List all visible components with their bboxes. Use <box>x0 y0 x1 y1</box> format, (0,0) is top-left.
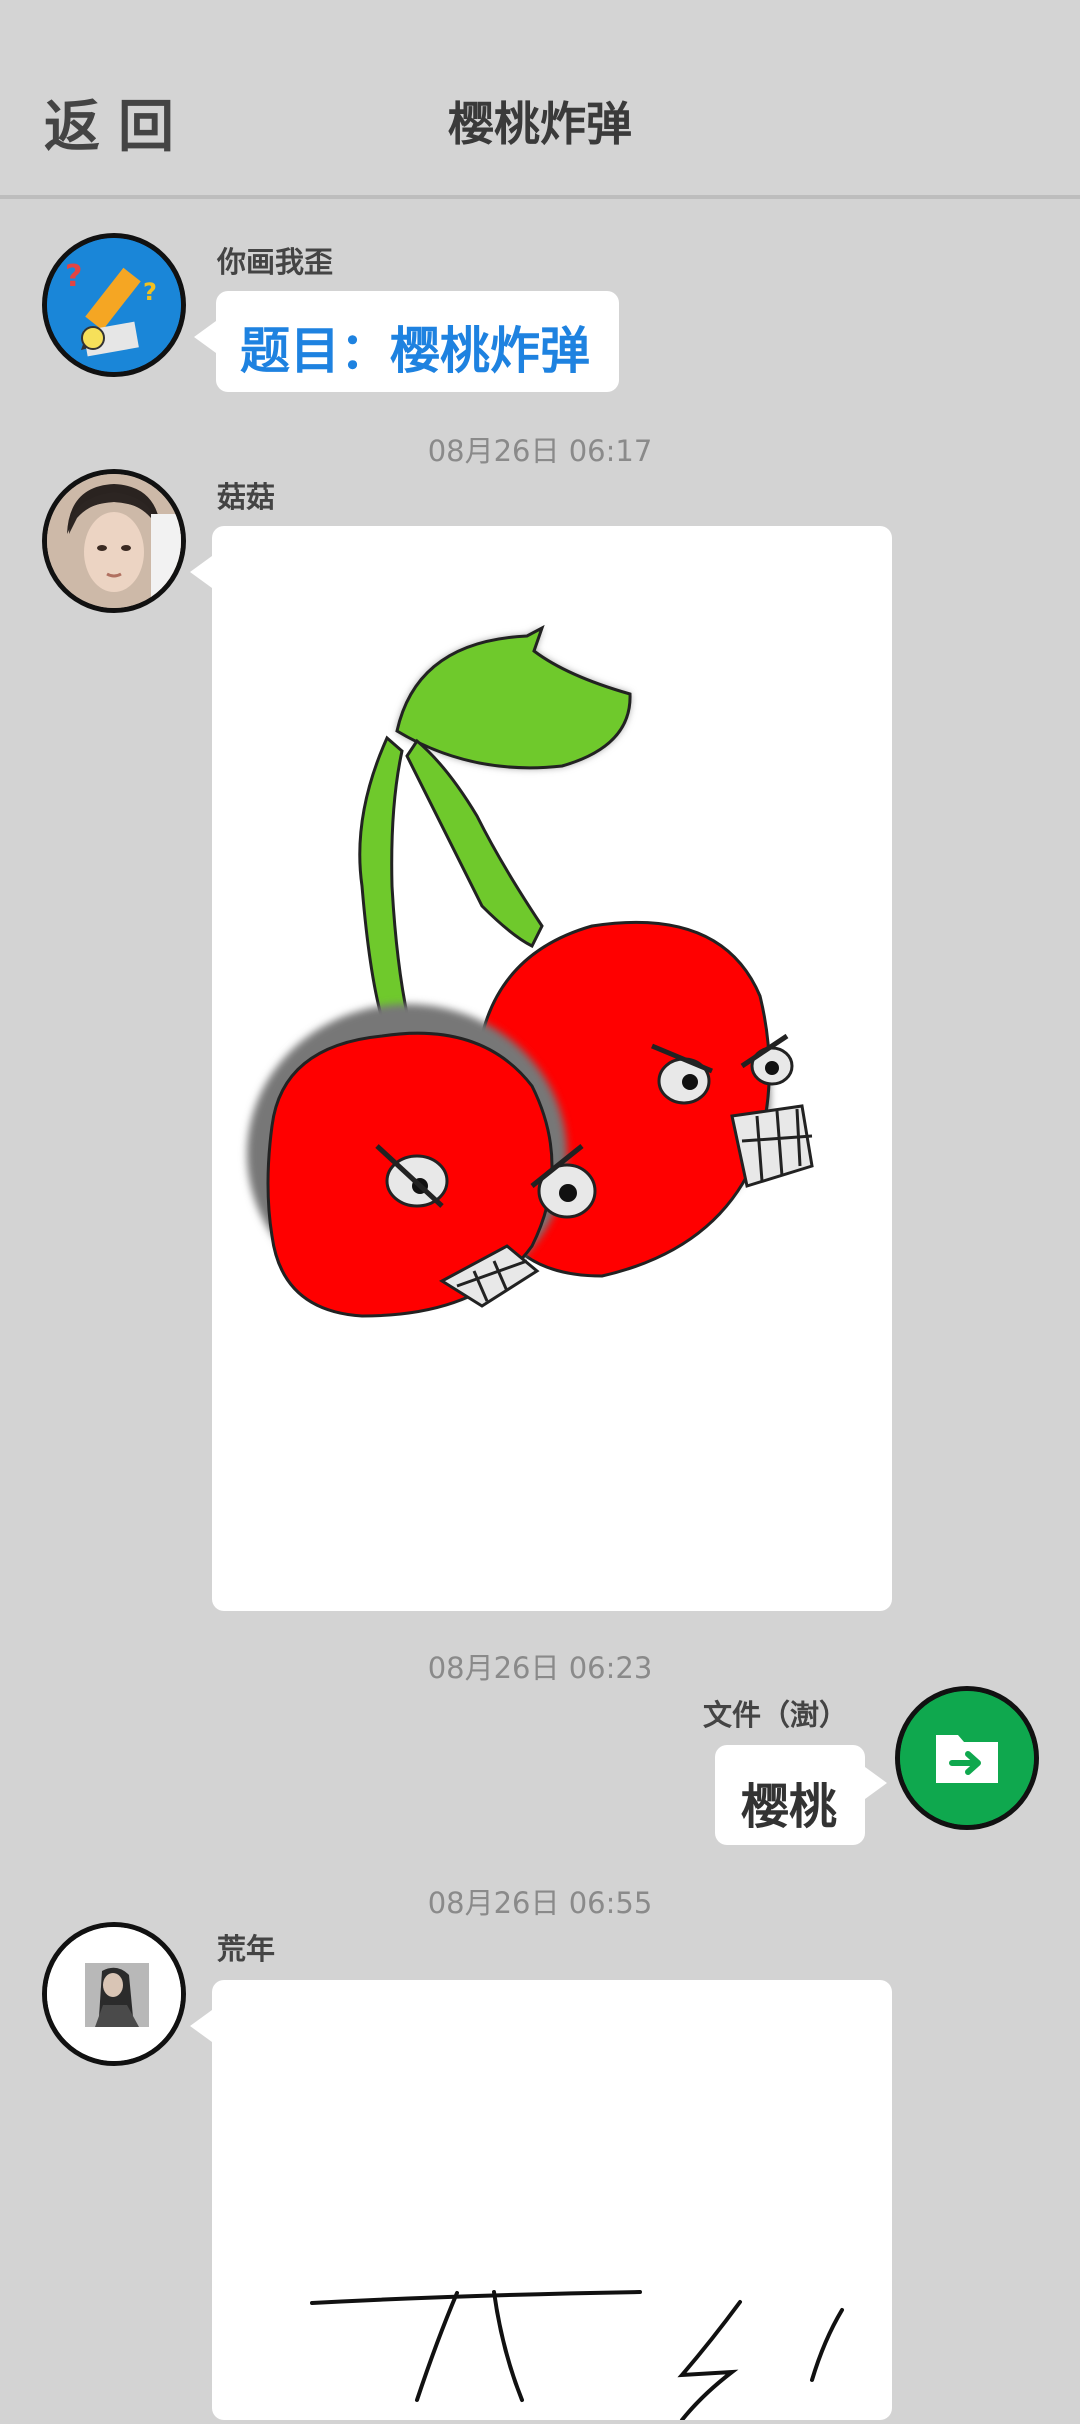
timestamp: 08月26日 06:55 <box>427 1886 653 1920</box>
cherry-bomb-drawing <box>247 624 814 1318</box>
drawing-message-bubble[interactable] <box>190 526 892 1611</box>
avatar-gugu[interactable] <box>42 469 186 613</box>
pencil-icon: ? ? <box>47 238 181 372</box>
guess-text: 樱桃 <box>741 1779 838 1835</box>
timestamp: 08月26日 06:17 <box>427 434 653 468</box>
sender-name: 文件（澍） <box>702 1698 848 1732</box>
avatar-file-user[interactable] <box>895 1686 1039 1830</box>
sender-name: 荒年 <box>217 1932 276 1966</box>
sender-name: 菇菇 <box>217 480 276 514</box>
avatar-drawing-bot[interactable]: ? ? <box>42 233 186 377</box>
page-title: 樱桃炸弹 <box>448 97 632 151</box>
topic-text: 题目：樱桃炸弹 <box>240 322 590 380</box>
avatar-huangnian[interactable] <box>42 1922 186 2066</box>
portrait-icon <box>47 474 181 608</box>
folder-arrow-icon <box>900 1691 1034 1825</box>
portrait-icon <box>47 1927 181 2061</box>
sender-name: 你画我歪 <box>217 245 334 279</box>
svg-text:?: ? <box>65 259 82 294</box>
timestamp: 08月26日 06:23 <box>427 1651 653 1685</box>
topic-message-bubble[interactable]: 题目：樱桃炸弹 <box>194 291 619 392</box>
svg-text:?: ? <box>143 278 157 306</box>
guess-message-bubble[interactable]: 樱桃 <box>715 1745 887 1845</box>
drawing-message-bubble[interactable] <box>190 1980 892 2422</box>
top-bar: 返回 樱桃炸弹 <box>0 0 1080 199</box>
handwriting-drawing <box>310 2290 844 2422</box>
